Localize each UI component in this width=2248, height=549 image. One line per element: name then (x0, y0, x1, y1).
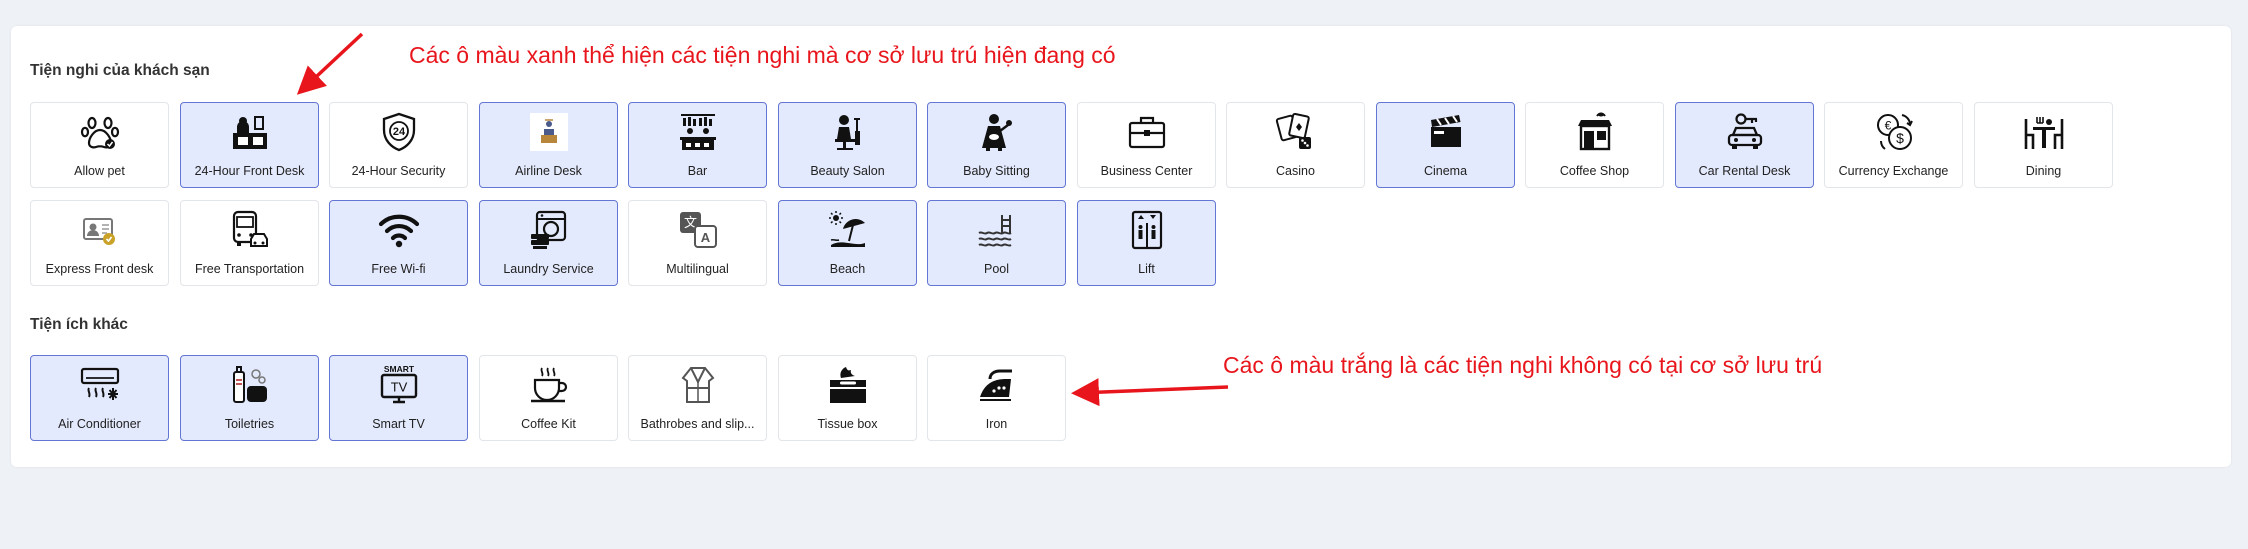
amenity-label: Free Transportation (194, 262, 305, 276)
amenity-label: Air Conditioner (58, 417, 141, 431)
amenity-tile-airline-desk[interactable]: Airline Desk (479, 102, 618, 188)
amenity-tile-free-wi-fi[interactable]: Free Wi-fi (329, 200, 468, 286)
svg-text:24: 24 (392, 126, 405, 138)
amenity-tile-free-transportation[interactable]: Free Transportation (180, 200, 319, 286)
amenity-label: Bathrobes and slip... (640, 417, 755, 431)
iron-icon (976, 364, 1018, 406)
amenity-label: Pool (983, 262, 1010, 276)
amenity-label: Multilingual (666, 262, 729, 276)
amenity-tile-business-center[interactable]: Business Center (1077, 102, 1216, 188)
wifi-icon (378, 209, 420, 251)
amenity-tile-air-conditioner[interactable]: Air Conditioner (30, 355, 169, 441)
amenity-tile-beach[interactable]: Beach (778, 200, 917, 286)
amenity-tile-tissue-box[interactable]: Tissue box (778, 355, 917, 441)
amenity-label: Laundry Service (503, 262, 594, 276)
casino-cards-icon (1275, 111, 1317, 153)
briefcase-icon (1126, 111, 1168, 153)
air-conditioner-icon (79, 364, 121, 406)
bus-car-icon (229, 209, 271, 251)
smart-tv-icon: SMART TV (378, 364, 420, 406)
amenity-label: Cinema (1423, 164, 1468, 178)
amenity-tile-express-front-desk[interactable]: Express Front desk (30, 200, 169, 286)
bar-icon (677, 111, 719, 153)
amenity-tile-allow-pet[interactable]: Allow pet (30, 102, 169, 188)
svg-text:$: $ (1896, 130, 1904, 146)
amenity-label: Dining (2025, 164, 2062, 178)
amenity-label: Car Rental Desk (1698, 164, 1791, 178)
amenity-label: Coffee Shop (1559, 164, 1630, 178)
amenity-tile-24-hour-security[interactable]: 24 24-Hour Security (329, 102, 468, 188)
washing-machine-icon (528, 209, 570, 251)
amenity-label: Bar (687, 164, 708, 178)
amenity-tile-iron[interactable]: Iron (927, 355, 1066, 441)
coffee-shop-icon (1574, 111, 1616, 153)
amenity-tile-multilingual[interactable]: 文 A Multilingual (628, 200, 767, 286)
amenity-label: Currency Exchange (1838, 164, 1949, 178)
svg-text:A: A (700, 230, 710, 245)
amenity-tile-lift[interactable]: Lift (1077, 200, 1216, 286)
elevator-icon (1126, 209, 1168, 251)
amenity-tile-currency-exchange[interactable]: € $ Currency Exchange (1824, 102, 1963, 188)
tissue-box-icon (827, 364, 869, 406)
beauty-salon-icon (827, 111, 869, 153)
amenity-tile-bathrobes-and-slip[interactable]: Bathrobes and slip... (628, 355, 767, 441)
front-desk-icon (229, 111, 271, 153)
amenity-tile-bar[interactable]: Bar (628, 102, 767, 188)
hotel-amenities-title: Tiện nghi của khách sạn (30, 62, 210, 79)
amenity-label: Coffee Kit (521, 417, 576, 431)
amenity-label: Business Center (1100, 164, 1193, 178)
amenity-tile-car-rental-desk[interactable]: Car Rental Desk (1675, 102, 1814, 188)
blue-tiles-annotation: Các ô màu xanh thể hiện các tiện nghi mà… (409, 42, 1116, 68)
amenity-label: Free Wi-fi (371, 262, 426, 276)
baby-sitting-icon (976, 111, 1018, 153)
amenity-tile-coffee-shop[interactable]: Coffee Shop (1525, 102, 1664, 188)
amenity-tile-toiletries[interactable]: Toiletries (180, 355, 319, 441)
amenity-tile-24-hour-front-desk[interactable]: 24-Hour Front Desk (180, 102, 319, 188)
other-amenities-title: Tiện ích khác (30, 316, 128, 333)
svg-text:TV: TV (390, 380, 407, 395)
amenity-label: 24-Hour Security (351, 164, 446, 178)
shield-24-icon: 24 (378, 111, 420, 153)
amenity-label: Allow pet (74, 164, 125, 178)
amenity-tile-cinema[interactable]: Cinema (1376, 102, 1515, 188)
airline-desk-icon (528, 111, 570, 153)
amenity-label: Lift (1138, 262, 1155, 276)
svg-text:SMART: SMART (383, 364, 414, 374)
id-card-icon (79, 209, 121, 251)
paw-icon (79, 111, 121, 153)
beach-umbrella-icon (827, 209, 869, 251)
amenity-label: Express Front desk (45, 262, 154, 276)
toiletries-icon (229, 364, 271, 406)
amenity-tile-pool[interactable]: Pool (927, 200, 1066, 286)
translate-icon: 文A (677, 209, 719, 251)
svg-text:€: € (1884, 119, 1891, 133)
amenity-label: Iron (985, 417, 1008, 431)
amenity-label: Baby Sitting (963, 164, 1030, 178)
dining-icon (2023, 111, 2065, 153)
amenity-label: Beach (829, 262, 866, 276)
amenity-tile-smart-tv[interactable]: SMART TV Smart TV (329, 355, 468, 441)
amenity-label: Beauty Salon (810, 164, 885, 178)
amenity-label: Smart TV (372, 417, 425, 431)
amenity-label: Toiletries (224, 417, 275, 431)
amenity-label: Tissue box (817, 417, 878, 431)
currency-exchange-icon: € $ (1873, 111, 1915, 153)
bathrobe-icon (677, 364, 719, 406)
pool-icon (976, 209, 1018, 251)
amenity-tile-casino[interactable]: Casino (1226, 102, 1365, 188)
amenity-tile-coffee-kit[interactable]: Coffee Kit (479, 355, 618, 441)
amenity-tile-laundry-service[interactable]: Laundry Service (479, 200, 618, 286)
amenity-label: 24-Hour Front Desk (194, 164, 305, 178)
white-tiles-annotation: Các ô màu trắng là các tiện nghi không c… (1223, 352, 1823, 378)
amenity-tile-beauty-salon[interactable]: Beauty Salon (778, 102, 917, 188)
car-key-icon (1724, 111, 1766, 153)
amenity-tile-baby-sitting[interactable]: Baby Sitting (927, 102, 1066, 188)
amenity-label: Airline Desk (515, 164, 582, 178)
amenity-label: Casino (1276, 164, 1315, 178)
clapperboard-icon (1425, 111, 1467, 153)
coffee-cup-icon (528, 364, 570, 406)
amenity-tile-dining[interactable]: Dining (1974, 102, 2113, 188)
